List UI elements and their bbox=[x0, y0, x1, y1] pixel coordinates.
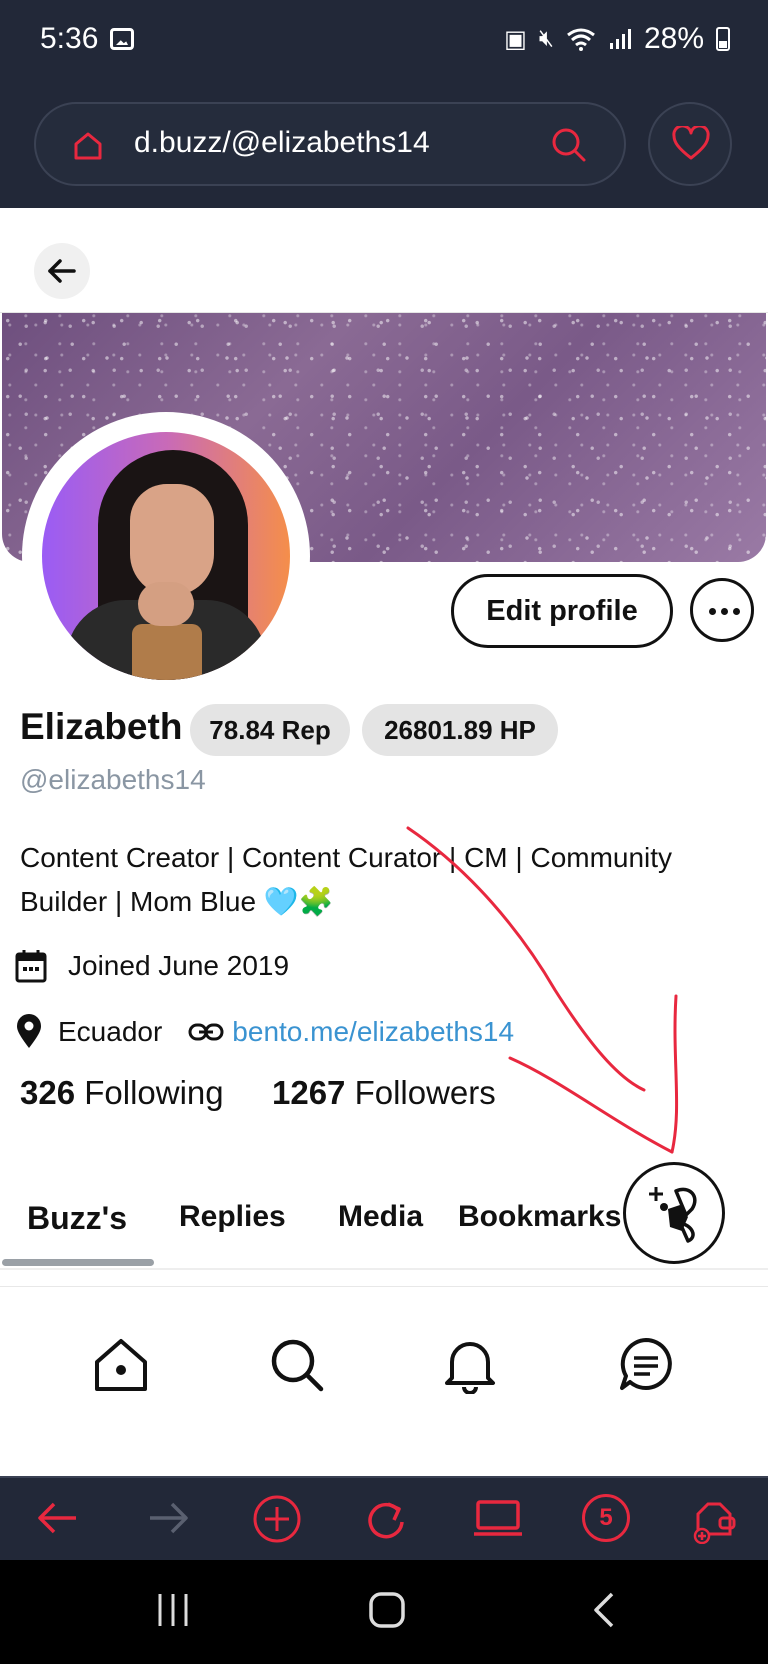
wifi-icon bbox=[567, 28, 595, 51]
profile-bio: Content Creator | Content Curator | CM |… bbox=[20, 842, 673, 917]
followers-label[interactable]: Followers bbox=[355, 1074, 496, 1111]
website-link[interactable]: bento.me/elizabeths14 bbox=[232, 1016, 514, 1048]
battery-saver-icon: ▣ bbox=[504, 25, 527, 53]
desktop-mode-icon[interactable] bbox=[472, 1494, 524, 1542]
favorite-button[interactable] bbox=[648, 102, 732, 186]
compose-buzz-button[interactable] bbox=[623, 1162, 725, 1264]
reload-icon[interactable] bbox=[364, 1494, 408, 1542]
back-button[interactable] bbox=[34, 243, 90, 299]
joined-date: Joined June 2019 bbox=[68, 950, 290, 981]
compose-bee-icon bbox=[649, 1187, 697, 1243]
address-bar[interactable]: d.buzz/@elizabeths14 bbox=[34, 102, 626, 186]
location-pin-icon bbox=[17, 1014, 41, 1048]
notifications-icon[interactable] bbox=[442, 1336, 498, 1394]
gallery-icon bbox=[110, 28, 134, 50]
search-icon[interactable] bbox=[550, 126, 588, 164]
heart-icon bbox=[672, 126, 710, 160]
tab-count-button[interactable]: 5 bbox=[582, 1494, 630, 1542]
home-icon[interactable] bbox=[72, 130, 104, 162]
tab-bookmarks[interactable]: Bookmarks bbox=[458, 1200, 621, 1234]
tab-media[interactable]: Media bbox=[338, 1200, 423, 1234]
profile-name: Elizabeth bbox=[20, 706, 183, 747]
more-options-button[interactable] bbox=[690, 578, 754, 642]
home-button-icon[interactable] bbox=[368, 1590, 406, 1630]
location-row: Ecuador bento.me/elizabeths14 bbox=[14, 1014, 514, 1050]
calendar-icon bbox=[15, 950, 47, 983]
recent-apps-icon[interactable] bbox=[156, 1590, 190, 1630]
bottom-navigation bbox=[0, 1300, 768, 1476]
status-bar: 5:36 ▣ 🔇︎ 28% bbox=[0, 0, 768, 82]
browser-toolbar-top: d.buzz/@elizabeths14 bbox=[0, 82, 768, 208]
followers-count[interactable]: 1267 bbox=[272, 1074, 345, 1111]
following-label[interactable]: Following bbox=[84, 1074, 223, 1111]
browser-forward-icon[interactable] bbox=[146, 1494, 190, 1542]
follow-stats: 326 Following 1267 Followers bbox=[20, 1074, 496, 1112]
profile-handle: @elizabeths14 bbox=[20, 764, 206, 795]
new-tab-icon[interactable] bbox=[252, 1494, 302, 1544]
following-count[interactable]: 326 bbox=[20, 1074, 75, 1111]
signal-icon bbox=[609, 29, 631, 49]
status-time: 5:36 bbox=[40, 22, 99, 55]
tab-buzzs[interactable]: Buzz's bbox=[27, 1200, 127, 1237]
android-navigation bbox=[0, 1560, 768, 1664]
hive-power-badge: 26801.89 HP bbox=[362, 704, 558, 756]
tab-replies[interactable]: Replies bbox=[179, 1200, 286, 1234]
mute-icon: 🔇︎ bbox=[538, 25, 554, 52]
messages-icon[interactable] bbox=[618, 1336, 674, 1392]
browser-toolbar-bottom: 5 bbox=[0, 1476, 768, 1560]
link-icon bbox=[188, 1023, 224, 1041]
wallet-icon[interactable] bbox=[690, 1494, 738, 1544]
search-icon[interactable] bbox=[268, 1336, 326, 1394]
tabs-divider bbox=[0, 1268, 768, 1270]
home-icon[interactable] bbox=[92, 1336, 150, 1394]
battery-percent: 28% bbox=[643, 22, 704, 55]
arrow-left-icon bbox=[48, 259, 76, 283]
location-text: Ecuador bbox=[58, 1016, 163, 1047]
browser-back-icon[interactable] bbox=[36, 1494, 80, 1542]
edit-profile-button[interactable]: Edit profile bbox=[451, 574, 673, 648]
tab-indicator bbox=[2, 1259, 154, 1266]
reputation-badge: 78.84 Rep bbox=[190, 704, 350, 756]
joined-row: Joined June 2019 bbox=[14, 948, 289, 984]
status-icons: ▣ 🔇︎ 28% bbox=[504, 22, 730, 56]
battery-icon bbox=[716, 27, 730, 51]
avatar[interactable] bbox=[42, 432, 290, 680]
system-back-icon[interactable] bbox=[590, 1590, 616, 1630]
content-divider bbox=[0, 1286, 768, 1287]
url-text[interactable]: d.buzz/@elizabeths14 bbox=[134, 126, 430, 160]
